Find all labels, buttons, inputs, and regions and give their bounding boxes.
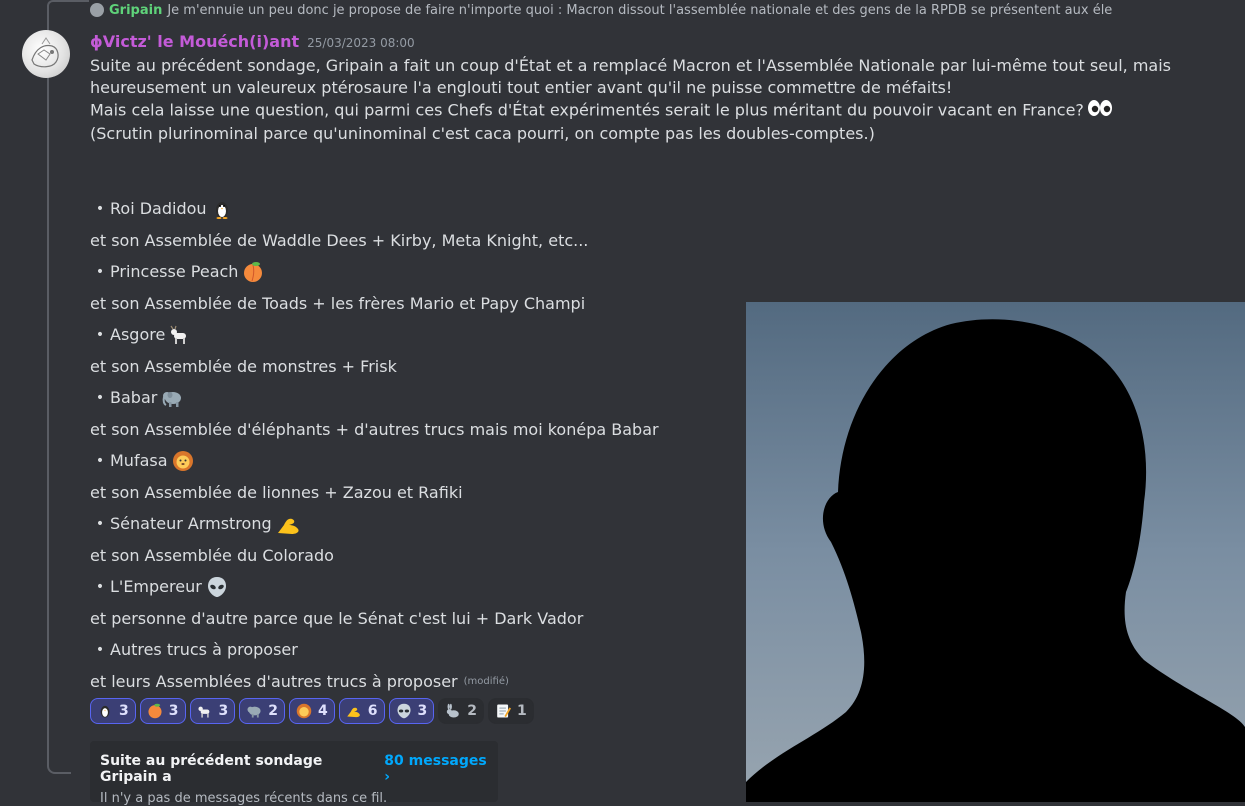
thread-subtitle: Il n'y a pas de messages récents dans ce… [100, 791, 388, 806]
intro-line: Mais cela laisse une question, qui parmi… [90, 99, 1230, 123]
reaction-count: 2 [268, 703, 278, 719]
candidate-list: • Roi Dadidou et son Assemblée de Waddle … [90, 193, 790, 697]
reaction-count: 6 [367, 703, 378, 719]
intro-line: Suite au précédent sondage, Gripain a fa… [90, 56, 1172, 75]
peach-emoji-icon [147, 703, 163, 719]
reaction-count: 2 [467, 703, 477, 719]
candidate-assembly: et son Assemblée de Waddle Dees + Kirby,… [90, 230, 589, 250]
intro-line: heureusement un valeureux ptérosaure l'a… [90, 78, 953, 97]
thread-message-count[interactable]: 80 messages › [384, 753, 488, 785]
candidate-assembly: et son Assemblée d'éléphants + d'autres … [90, 419, 659, 439]
flexed-biceps-emoji-icon [276, 513, 299, 535]
reaction-count: 1 [517, 703, 527, 719]
reaction-rabbit[interactable]: 2 [438, 698, 484, 724]
candidate-assembly: et leurs Assemblées d'autres trucs à pro… [90, 666, 790, 698]
rabbit-emoji-icon [445, 703, 461, 719]
reply-text[interactable]: Je m'ennuie un peu donc je propose de fa… [167, 3, 1112, 18]
candidate-assembly-text: et leurs Assemblées d'autres trucs à pro… [90, 671, 458, 691]
candidate-assembly: et son Assemblée de Toads + les frères M… [90, 293, 586, 313]
message-header: ɸVictz' le Mouéch(i)ant 25/03/2023 08:00 [90, 32, 415, 51]
alien-emoji-icon [396, 703, 412, 719]
alien-emoji-icon [206, 576, 228, 598]
list-item: • L'Empereur [90, 571, 790, 603]
reaction-elephant[interactable]: 2 [239, 698, 285, 724]
reaction-muscle[interactable]: 6 [338, 698, 385, 724]
thread-connector [47, 10, 71, 774]
silhouette-photo [746, 302, 1245, 802]
thread-preview[interactable]: Suite au précédent sondage Gripain a 80 … [90, 741, 498, 806]
penguin-emoji-icon [211, 198, 233, 220]
peach-emoji-icon [242, 261, 264, 283]
list-item: • Autres trucs à proposer [90, 634, 790, 666]
message-author[interactable]: ɸVictz' le Mouéch(i)ant [90, 32, 299, 51]
reactions-bar: 3 3 3 2 4 6 3 2 1 [90, 698, 534, 724]
bullet: • [95, 452, 105, 469]
reaction-count: 4 [318, 703, 328, 719]
candidate-assembly: et son Assemblée de lionnes + Zazou et R… [90, 482, 463, 502]
avatar[interactable] [22, 30, 70, 78]
list-item: • Mufasa [90, 445, 790, 477]
reaction-count: 3 [417, 703, 428, 719]
candidate-name: Sénateur Armstrong [110, 514, 272, 534]
reply-author[interactable]: Gripain [109, 3, 162, 18]
intro-line: (Scrutin plurinominal parce qu'uninomina… [90, 124, 875, 143]
reaction-goat[interactable]: 3 [189, 698, 236, 724]
candidate-assembly: et son Assemblée de monstres + Frisk [90, 356, 397, 376]
list-item: • Princesse Peach [90, 256, 790, 288]
candidate-name: Roi Dadidou [110, 199, 207, 219]
edited-label[interactable]: (modifié) [464, 676, 509, 687]
bullet: • [95, 389, 105, 406]
reply-preview[interactable]: Gripain Je m'ennuie un peu donc je propo… [90, 1, 1240, 19]
goat-emoji-icon [197, 703, 213, 719]
candidate-name: Babar [110, 388, 158, 408]
elephant-emoji-icon [246, 703, 262, 719]
intro-question: Mais cela laisse une question, qui parmi… [90, 100, 1084, 120]
flexed-biceps-emoji-icon [346, 703, 362, 719]
candidate-name: L'Empereur [110, 577, 202, 597]
lion-emoji-icon [296, 703, 312, 719]
message-intro: Suite au précédent sondage, Gripain a fa… [90, 55, 1230, 145]
reaction-count: 3 [218, 703, 229, 719]
eyes-emoji-icon [1087, 99, 1113, 123]
candidate-name: Mufasa [110, 451, 168, 471]
bullet: • [95, 200, 105, 217]
list-item: • Roi Dadidou [90, 193, 790, 225]
reaction-peach[interactable]: 3 [139, 698, 186, 724]
candidate-name: Asgore [110, 325, 166, 345]
reaction-memo[interactable]: 1 [488, 698, 534, 724]
silhouette-image [746, 302, 1245, 802]
thread-title[interactable]: Suite au précédent sondage Gripain a [100, 753, 374, 785]
bullet: • [95, 578, 105, 595]
list-item: • Babar [90, 382, 790, 414]
penguin-emoji-icon [97, 703, 113, 719]
reaction-penguin[interactable]: 3 [90, 698, 136, 724]
list-item: • Sénateur Armstrong [90, 508, 790, 540]
bullet: • [95, 641, 105, 658]
elephant-emoji-icon [161, 387, 183, 409]
bullet: • [95, 515, 105, 532]
bullet: • [95, 263, 105, 280]
list-item: • Asgore [90, 319, 790, 351]
lion-emoji-icon [172, 450, 194, 472]
message-timestamp[interactable]: 25/03/2023 08:00 [307, 36, 415, 50]
candidate-assembly: et personne d'autre parce que le Sénat c… [90, 608, 584, 628]
thread-title-row: Suite au précédent sondage Gripain a 80 … [100, 753, 488, 785]
reaction-alien[interactable]: 3 [388, 698, 435, 724]
reaction-count: 3 [168, 703, 179, 719]
reaction-lion[interactable]: 4 [289, 698, 335, 724]
memo-emoji-icon [495, 703, 511, 719]
reaction-count: 3 [119, 703, 129, 719]
goat-emoji-icon [169, 324, 191, 346]
candidate-name: Princesse Peach [110, 262, 239, 282]
candidate-assembly: et son Assemblée du Colorado [90, 545, 334, 565]
bullet: • [95, 326, 105, 343]
reply-avatar[interactable] [90, 3, 104, 17]
candidate-name: Autres trucs à proposer [110, 640, 298, 660]
